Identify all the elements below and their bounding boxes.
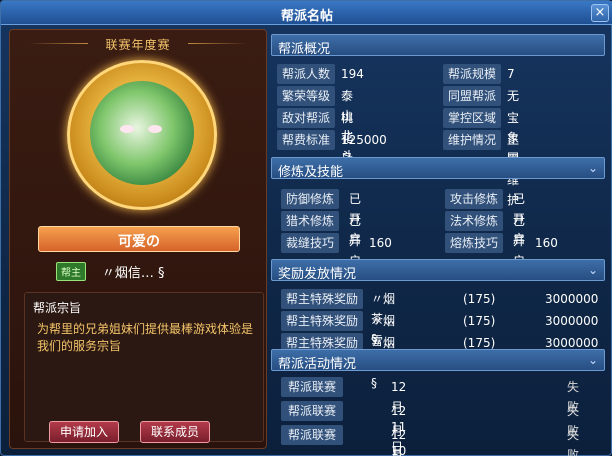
activity-date: 12月9日 xyxy=(391,428,407,456)
field-label: 攻击修炼 xyxy=(445,189,503,209)
title-bar[interactable]: 帮派名帖 × xyxy=(1,1,612,25)
rewards-heading: 奖励发放情况 xyxy=(278,267,357,282)
window-title: 帮派名帖 xyxy=(280,9,333,24)
field-label: 熔炼技巧 xyxy=(445,233,503,253)
field-value: 宝象国 xyxy=(507,111,520,165)
leader-name[interactable]: 〃烟信… § xyxy=(102,262,165,281)
overview-section-header: 帮派概况 xyxy=(271,34,605,57)
activity-date: 12月10日 xyxy=(391,404,407,456)
activities-section-header[interactable]: 帮派活动情况 ⌄ xyxy=(271,349,605,372)
field-label: 裁缝技巧 xyxy=(281,233,339,253)
field-value: 桃花岛 xyxy=(341,111,354,165)
activity-label: 帮派联赛 xyxy=(281,401,343,421)
activity-result: 失败 xyxy=(567,404,580,438)
season-title: 联赛年度赛 xyxy=(105,38,171,52)
apply-join-button[interactable]: 申请加入 xyxy=(49,421,120,443)
guild-details-panel: 帮派概况 帮派人数 194 帮派规模 7 繁荣等级 泰山北斗 同盟帮派 无 敌对… xyxy=(271,31,607,456)
field-label: 法术修炼 xyxy=(445,211,503,231)
field-value: 125000 xyxy=(341,133,387,147)
chevron-down-icon[interactable]: ⌄ xyxy=(588,353,598,367)
guild-card-window: 帮派名帖 × 联赛年度赛 可爱の 帮主 〃烟信… § 帮派宗旨 为帮里的兄弟姐妹… xyxy=(0,0,612,456)
dragon-eye xyxy=(148,125,162,133)
field-value: 已开启 xyxy=(349,192,362,246)
overview-heading: 帮派概况 xyxy=(278,42,331,57)
field-value: 160 xyxy=(535,236,558,250)
field-label: 敌对帮派 xyxy=(277,108,335,128)
activity-date: 12月11日 xyxy=(391,380,407,454)
field-label: 维护情况 xyxy=(443,130,501,150)
chevron-down-icon[interactable]: ⌄ xyxy=(588,263,598,277)
activity-label: 帮派联赛 xyxy=(281,425,343,445)
field-label: 帮派规模 xyxy=(443,64,501,84)
field-label: 繁荣等级 xyxy=(277,86,335,106)
reward-recipient[interactable]: 〃烟茶… § xyxy=(371,289,395,346)
contact-members-button[interactable]: 联系成员 xyxy=(140,421,211,443)
field-label: 帮派人数 xyxy=(277,64,335,84)
field-value: 泰山北斗 xyxy=(341,89,354,163)
guild-emblem-panel: 联赛年度赛 可爱の 帮主 〃烟信… § 帮派宗旨 为帮里的兄弟姐妹们提供最棒游戏… xyxy=(9,29,267,449)
close-button[interactable]: × xyxy=(591,4,609,22)
dragon-icon xyxy=(90,81,194,185)
leader-info: 帮主 〃烟信… § xyxy=(56,262,236,281)
field-label: 帮费标准 xyxy=(277,130,335,150)
purpose-text: 为帮里的兄弟姐妹们提供最棒游戏体验是我们的服务宗旨 xyxy=(37,322,254,353)
reward-level: (175) xyxy=(463,292,496,306)
reward-label: 帮主特殊奖励 xyxy=(281,311,363,331)
reward-amount: 3000000 xyxy=(545,292,599,306)
field-value: 160 xyxy=(369,236,392,250)
field-value: 正常维护 xyxy=(507,133,520,207)
reward-recipient[interactable]: 〃烟雪… § xyxy=(371,311,395,368)
field-label: 同盟帮派 xyxy=(443,86,501,106)
activity-result: 失败 xyxy=(567,428,580,456)
guild-purpose-box: 帮派宗旨 为帮里的兄弟姐妹们提供最棒游戏体验是我们的服务宗旨 xyxy=(24,292,264,442)
field-value: 已开启 xyxy=(349,214,362,268)
field-value: 无 xyxy=(507,89,520,103)
purpose-heading: 帮派宗旨 xyxy=(33,301,82,315)
chevron-down-icon[interactable]: ⌄ xyxy=(588,161,598,175)
guild-emblem-icon xyxy=(67,60,217,210)
reward-level: (175) xyxy=(463,314,496,328)
activity-result: 失败 xyxy=(567,380,580,414)
field-value: 已开启 xyxy=(513,214,526,268)
skills-heading: 修炼及技能 xyxy=(278,165,344,180)
field-value: 已开启 xyxy=(513,192,526,246)
leader-badge: 帮主 xyxy=(56,262,86,281)
field-label: 防御修炼 xyxy=(281,189,339,209)
guild-nameplate: 可爱の xyxy=(38,226,240,252)
dragon-eye xyxy=(120,125,134,133)
field-label: 猎术修炼 xyxy=(281,211,339,231)
rewards-section-header[interactable]: 奖励发放情况 ⌄ xyxy=(271,259,605,282)
field-value: 194 xyxy=(341,67,364,81)
reward-label: 帮主特殊奖励 xyxy=(281,289,363,309)
field-label: 掌控区域 xyxy=(443,108,501,128)
skills-section-header[interactable]: 修炼及技能 ⌄ xyxy=(271,157,605,180)
activities-heading: 帮派活动情况 xyxy=(278,357,357,372)
decor-line-right xyxy=(188,43,248,44)
guild-name: 可爱の xyxy=(118,234,160,250)
reward-amount: 3000000 xyxy=(545,314,599,328)
activity-label: 帮派联赛 xyxy=(281,377,343,397)
field-value: 7 xyxy=(507,67,515,81)
